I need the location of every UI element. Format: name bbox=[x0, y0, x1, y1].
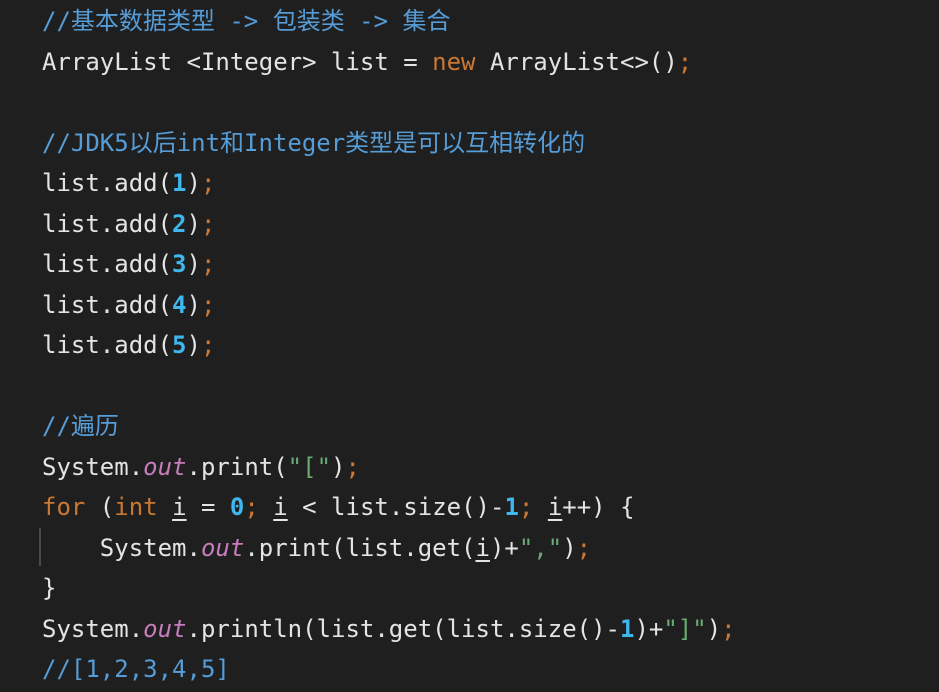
number-literal: 1 bbox=[504, 493, 519, 521]
code-line[interactable]: list.add(2); bbox=[42, 204, 215, 244]
code-token: .print(list.get( bbox=[244, 534, 476, 562]
comment-token: //[1,2,3,4,5] bbox=[42, 655, 230, 683]
field-token: out bbox=[143, 453, 187, 481]
code-token: System. bbox=[42, 615, 144, 643]
code-token: .print( bbox=[186, 453, 288, 481]
code-token: ) bbox=[186, 250, 201, 278]
code-line[interactable]: list.add(5); bbox=[42, 325, 215, 365]
code-line[interactable]: System.out.println(list.get(list.size()-… bbox=[42, 609, 736, 649]
code-token: )+ bbox=[634, 615, 664, 643]
keyword-token: new bbox=[432, 48, 476, 76]
code-token: list.add( bbox=[42, 169, 173, 197]
semicolon-token: ; bbox=[721, 615, 736, 643]
code-token: ) bbox=[186, 169, 201, 197]
code-token: list.add( bbox=[42, 331, 173, 359]
code-token: System. bbox=[42, 534, 201, 562]
number-literal: 2 bbox=[172, 210, 187, 238]
semicolon-token: ; bbox=[677, 48, 693, 76]
code-token: ( bbox=[85, 493, 115, 521]
keyword-token: int bbox=[114, 493, 158, 521]
number-literal: 5 bbox=[172, 331, 187, 359]
code-token: ) bbox=[331, 453, 346, 481]
code-token: list.add( bbox=[42, 250, 173, 278]
code-line[interactable]: list.add(1); bbox=[42, 163, 215, 203]
code-line[interactable]: //JDK5以后int和Integer类型是可以互相转化的 bbox=[42, 123, 585, 163]
semicolon-token: ; bbox=[200, 250, 216, 278]
semicolon-token: ; bbox=[576, 534, 592, 562]
string-literal: "[" bbox=[287, 453, 332, 481]
code-token: ArrayList <Integer> list = bbox=[42, 48, 433, 76]
code-token: System. bbox=[42, 453, 144, 481]
code-token: } bbox=[42, 574, 57, 602]
comment-token: //JDK5以后int和Integer类型是可以互相转化的 bbox=[42, 129, 586, 157]
code-line[interactable]: list.add(4); bbox=[42, 285, 215, 325]
code-token: ) bbox=[706, 615, 722, 643]
code-token: ) bbox=[562, 534, 577, 562]
semicolon-token: ; bbox=[518, 493, 534, 521]
code-line[interactable]: //[1,2,3,4,5] bbox=[42, 649, 230, 689]
code-token: list.add( bbox=[42, 291, 173, 319]
comment-token: //遍历 bbox=[42, 412, 119, 440]
string-literal: "]" bbox=[663, 615, 707, 643]
semicolon-token: ; bbox=[200, 291, 216, 319]
field-token: out bbox=[143, 615, 187, 643]
indent-guide bbox=[39, 528, 41, 566]
number-literal: 0 bbox=[229, 493, 245, 521]
code-token: ) bbox=[186, 210, 201, 238]
code-token: )+ bbox=[489, 534, 519, 562]
code-token: < list.size()- bbox=[287, 493, 505, 521]
code-line[interactable]: for (int i = 0; i < list.size()-1; i++) … bbox=[42, 487, 635, 527]
code-line[interactable]: ArrayList <Integer> list = new ArrayList… bbox=[42, 42, 692, 82]
variable-token: i bbox=[273, 493, 288, 521]
keyword-token: for bbox=[42, 493, 86, 521]
code-token: list.add( bbox=[42, 210, 173, 238]
code-line[interactable]: System.out.print("["); bbox=[42, 447, 360, 487]
semicolon-token: ; bbox=[200, 210, 216, 238]
variable-token: i bbox=[547, 493, 563, 521]
number-literal: 3 bbox=[172, 250, 187, 278]
semicolon-token: ; bbox=[200, 331, 216, 359]
string-literal: "," bbox=[518, 534, 563, 562]
code-line[interactable]: //遍历 bbox=[42, 406, 119, 446]
code-token: = bbox=[186, 493, 230, 521]
comment-token: //基本数据类型 -> 包装类 -> 集合 bbox=[42, 7, 451, 35]
number-literal: 1 bbox=[172, 169, 187, 197]
variable-token: i bbox=[475, 534, 490, 562]
code-token: ) bbox=[186, 291, 201, 319]
code-line[interactable]: System.out.print(list.get(i)+","); bbox=[42, 528, 591, 568]
code-line[interactable]: } bbox=[42, 568, 56, 608]
semicolon-token: ; bbox=[200, 169, 216, 197]
number-literal: 1 bbox=[620, 615, 635, 643]
code-token: ++) { bbox=[562, 493, 635, 521]
code-token: ArrayList<>() bbox=[475, 48, 678, 76]
field-token: out bbox=[200, 534, 245, 562]
semicolon-token: ; bbox=[244, 493, 259, 521]
variable-token: i bbox=[172, 493, 187, 521]
code-token: .println(list.get(list.size()- bbox=[186, 615, 620, 643]
code-line[interactable]: list.add(3); bbox=[42, 244, 215, 284]
code-editor[interactable]: //基本数据类型 -> 包装类 -> 集合 ArrayList <Integer>… bbox=[0, 0, 939, 692]
semicolon-token: ; bbox=[345, 453, 360, 481]
code-token: ) bbox=[186, 331, 201, 359]
code-line[interactable]: //基本数据类型 -> 包装类 -> 集合 bbox=[42, 1, 451, 41]
number-literal: 4 bbox=[172, 291, 187, 319]
